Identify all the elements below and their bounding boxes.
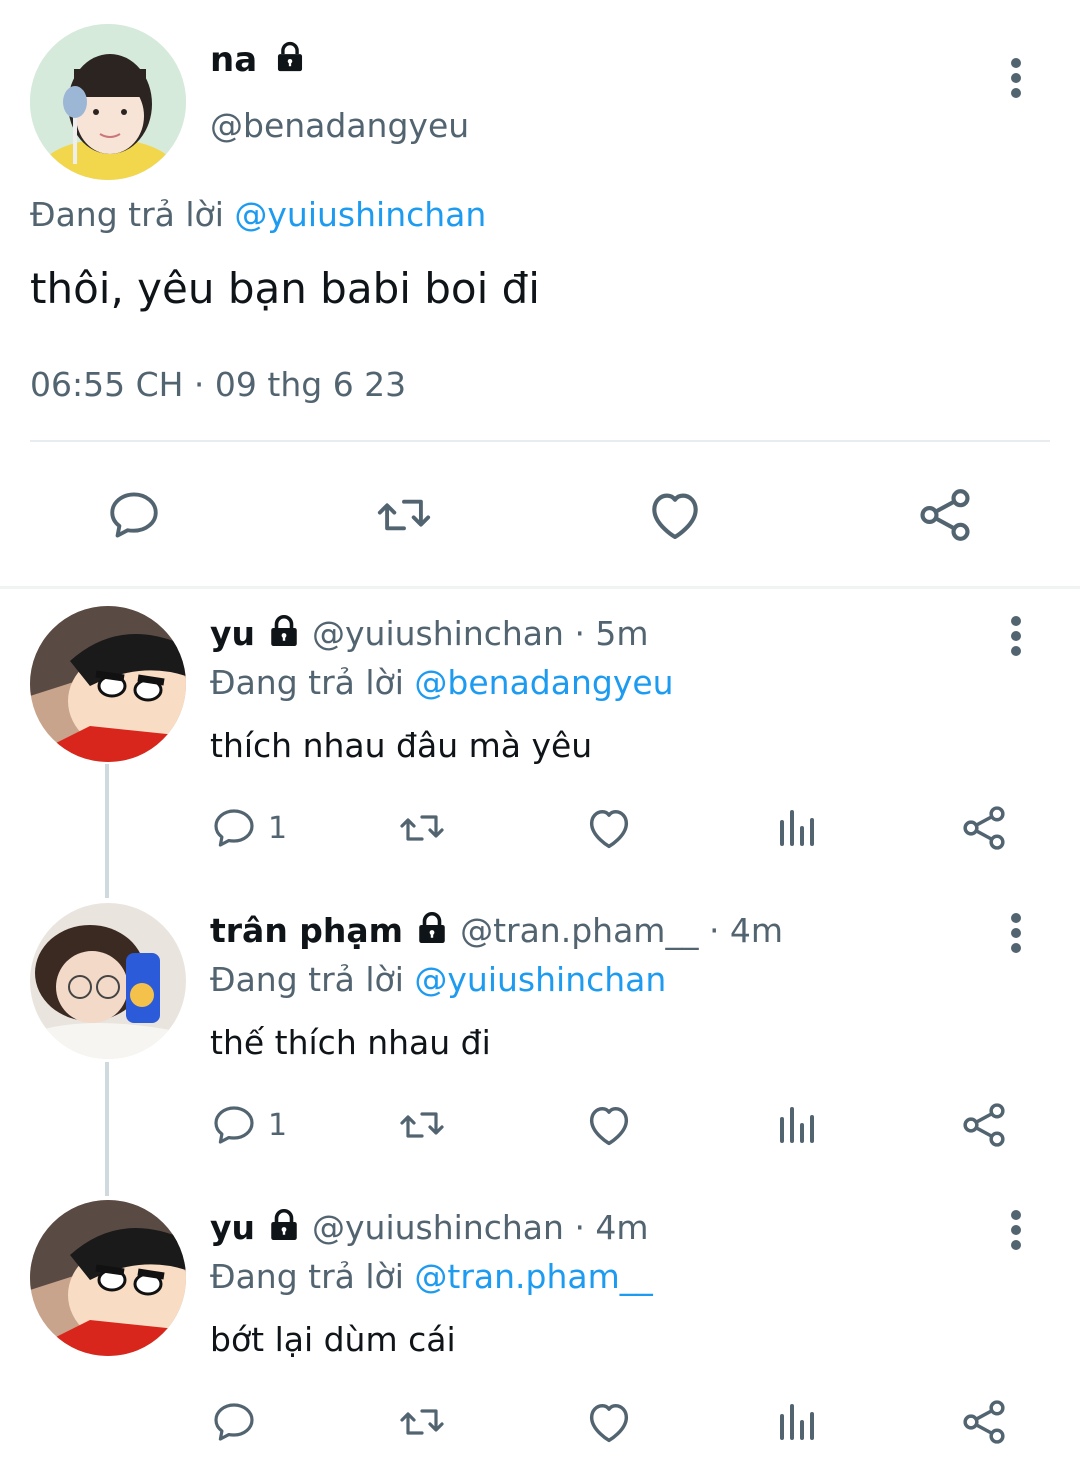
reply-1-like-button[interactable] bbox=[583, 802, 635, 854]
girl-selfie-avatar-icon bbox=[30, 903, 186, 1059]
replying-to-mention[interactable]: @yuiushinchan bbox=[414, 960, 666, 999]
main-reply-button[interactable] bbox=[105, 486, 163, 544]
lock-icon bbox=[266, 613, 302, 649]
share-icon bbox=[958, 1099, 1010, 1151]
avatar-photo-icon bbox=[30, 24, 186, 180]
reply-3-retweet-button[interactable] bbox=[394, 1398, 450, 1446]
reply-3-text: bớt lại dùm cái bbox=[210, 1320, 456, 1359]
bar-chart-icon bbox=[772, 1398, 820, 1446]
reply-3-header: yu @yuiushinchan · 4m bbox=[210, 1208, 649, 1247]
reply-1-views-button[interactable] bbox=[772, 804, 820, 852]
reply-2-author-name[interactable]: trân phạm bbox=[210, 911, 403, 950]
retweet-icon bbox=[394, 804, 450, 852]
reply-2-time[interactable]: · 4m bbox=[709, 911, 783, 950]
reply-3-replying-to: Đang trả lời @tran.pham__ bbox=[210, 1257, 653, 1296]
avatar-main[interactable] bbox=[30, 24, 186, 180]
main-author-name[interactable]: na bbox=[210, 40, 307, 80]
reply-3-handle[interactable]: @yuiushinchan bbox=[312, 1208, 564, 1247]
reply-1-replying-to: Đang trả lời @benadangyeu bbox=[210, 663, 674, 702]
heart-icon bbox=[583, 802, 635, 854]
thread-line bbox=[105, 1062, 109, 1196]
main-author-handle[interactable]: @benadangyeu bbox=[210, 106, 469, 145]
reply-3-views-button[interactable] bbox=[772, 1398, 820, 1446]
replying-to: Đang trả lời @yuiushinchan bbox=[30, 195, 486, 234]
replying-to-label: Đang trả lời bbox=[210, 663, 404, 702]
share-icon bbox=[958, 802, 1010, 854]
heart-icon bbox=[583, 1099, 635, 1151]
bar-chart-icon bbox=[772, 1101, 820, 1149]
retweet-icon bbox=[394, 1101, 450, 1149]
reply-count: 1 bbox=[268, 1107, 288, 1143]
reply-2-text: thế thích nhau đi bbox=[210, 1023, 491, 1062]
lock-icon bbox=[273, 40, 307, 74]
share-icon bbox=[958, 1396, 1010, 1448]
heart-icon bbox=[583, 1396, 635, 1448]
main-share-button[interactable] bbox=[914, 484, 976, 546]
reply-count: 1 bbox=[268, 810, 288, 846]
main-like-button[interactable] bbox=[644, 484, 706, 546]
retweet-icon bbox=[394, 1398, 450, 1446]
heart-icon bbox=[644, 484, 706, 546]
share-icon bbox=[914, 484, 976, 546]
replying-to-mention[interactable]: @tran.pham__ bbox=[414, 1257, 652, 1296]
more-options-icon[interactable] bbox=[1010, 913, 1022, 958]
reply-1-text: thích nhau đâu mà yêu bbox=[210, 726, 593, 765]
reply-3-reply-button[interactable] bbox=[210, 1398, 258, 1446]
reply-1-reply-button[interactable]: 1 bbox=[210, 804, 287, 852]
speech-bubble-icon bbox=[210, 1101, 258, 1149]
retweet-icon bbox=[370, 486, 438, 544]
reply-1-author-name[interactable]: yu bbox=[210, 614, 255, 653]
main-retweet-button[interactable] bbox=[370, 486, 438, 544]
reply-2-views-button[interactable] bbox=[772, 1101, 820, 1149]
replying-to-label: Đang trả lời bbox=[210, 1257, 404, 1296]
bar-chart-icon bbox=[772, 804, 820, 852]
reply-3-time[interactable]: · 4m bbox=[574, 1208, 648, 1247]
reply-1-time[interactable]: · 5m bbox=[574, 614, 648, 653]
avatar-reply-2[interactable] bbox=[30, 903, 186, 1059]
reply-3-like-button[interactable] bbox=[583, 1396, 635, 1448]
avatar-reply-3[interactable] bbox=[30, 1200, 186, 1356]
reply-2-handle[interactable]: @tran.pham__ bbox=[460, 911, 698, 950]
divider bbox=[30, 440, 1050, 442]
reply-2-like-button[interactable] bbox=[583, 1099, 635, 1151]
author-name-text[interactable]: na bbox=[210, 40, 257, 80]
more-options-icon[interactable] bbox=[1010, 1210, 1022, 1255]
reply-2-retweet-button[interactable] bbox=[394, 1101, 450, 1149]
reply-1-header: yu @yuiushinchan · 5m bbox=[210, 614, 649, 653]
speech-bubble-icon bbox=[210, 804, 258, 852]
speech-bubble-icon bbox=[105, 486, 163, 544]
more-options-icon[interactable] bbox=[1010, 58, 1022, 103]
reply-3-share-button[interactable] bbox=[958, 1396, 1010, 1448]
reply-1-handle[interactable]: @yuiushinchan bbox=[312, 614, 564, 653]
replying-to-mention[interactable]: @benadangyeu bbox=[414, 663, 673, 702]
reply-2-header: trân phạm @tran.pham__ · 4m bbox=[210, 911, 783, 950]
lock-icon bbox=[266, 1207, 302, 1243]
shinchan-avatar-icon bbox=[30, 1200, 186, 1356]
more-options-icon[interactable] bbox=[1010, 616, 1022, 661]
shinchan-avatar-icon bbox=[30, 606, 186, 762]
reply-2-replying-to: Đang trả lời @yuiushinchan bbox=[210, 960, 666, 999]
speech-bubble-icon bbox=[210, 1398, 258, 1446]
reply-2-share-button[interactable] bbox=[958, 1099, 1010, 1151]
reply-1-share-button[interactable] bbox=[958, 802, 1010, 854]
replying-to-label: Đang trả lời bbox=[30, 195, 224, 234]
tweet-text: thôi, yêu bạn babi boi đi bbox=[30, 264, 540, 313]
tweet-timestamp[interactable]: 06:55 CH · 09 thg 6 23 bbox=[30, 365, 406, 404]
avatar-reply-1[interactable] bbox=[30, 606, 186, 762]
reply-1-retweet-button[interactable] bbox=[394, 804, 450, 852]
replying-to-label: Đang trả lời bbox=[210, 960, 404, 999]
lock-icon bbox=[414, 910, 450, 946]
reply-2-reply-button[interactable]: 1 bbox=[210, 1101, 287, 1149]
replying-to-mention[interactable]: @yuiushinchan bbox=[234, 195, 486, 234]
reply-3-author-name[interactable]: yu bbox=[210, 1208, 255, 1247]
thread-line bbox=[105, 764, 109, 898]
section-divider bbox=[0, 586, 1080, 589]
